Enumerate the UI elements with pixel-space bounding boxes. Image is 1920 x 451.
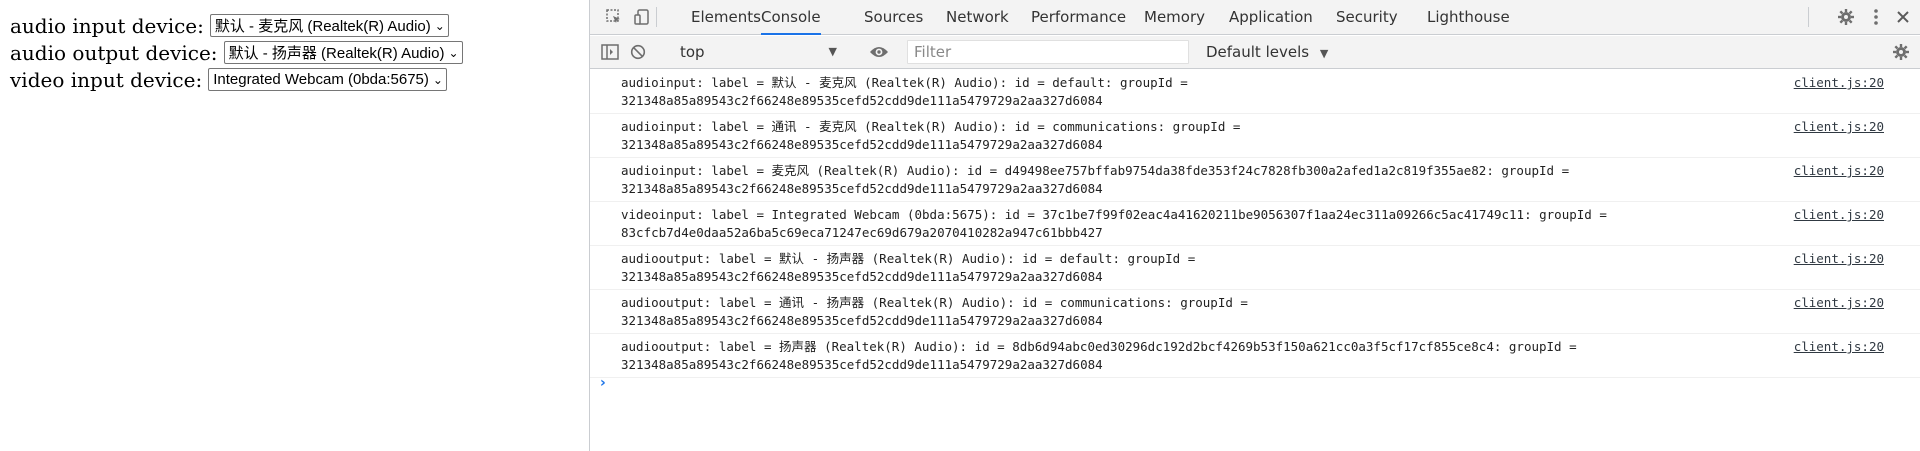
- chevron-down-icon: ⌄: [434, 18, 445, 33]
- gear-icon[interactable]: [1832, 4, 1860, 30]
- console-message-text: audioinput: label = 麦克风 (Realtek(R) Audi…: [621, 163, 1570, 196]
- video-input-row: video input device: Integrated Webcam (0…: [10, 67, 447, 92]
- video-input-selected: Integrated Webcam (0bda:5675): [213, 71, 429, 88]
- audio-input-selected: 默认 - 麦克风 (Realtek(R) Audio): [214, 18, 431, 35]
- chevron-down-icon: ⌄: [448, 45, 459, 60]
- tab-sources[interactable]: Sources: [864, 0, 923, 35]
- source-link[interactable]: client.js:20: [1794, 162, 1884, 180]
- more-options-icon[interactable]: [1862, 4, 1890, 30]
- tab-security[interactable]: Security: [1336, 0, 1398, 35]
- tab-console[interactable]: Console: [761, 0, 821, 35]
- console-message: videoinput: label = Integrated Webcam (0…: [590, 202, 1920, 246]
- console-message: audiooutput: label = 扬声器 (Realtek(R) Aud…: [590, 334, 1920, 378]
- source-link[interactable]: client.js:20: [1794, 338, 1884, 356]
- console-message-text: audioinput: label = 通讯 - 麦克风 (Realtek(R)…: [621, 119, 1241, 152]
- console-message-text: audiooutput: label = 通讯 - 扬声器 (Realtek(R…: [621, 295, 1248, 328]
- audio-output-select[interactable]: 默认 - 扬声器 (Realtek(R) Audio) ⌄: [223, 41, 463, 64]
- page-viewport: audio input device: 默认 - 麦克风 (Realtek(R)…: [0, 0, 589, 451]
- console-message: audioinput: label = 麦克风 (Realtek(R) Audi…: [590, 158, 1920, 202]
- console-messages: audioinput: label = 默认 - 麦克风 (Realtek(R)…: [590, 70, 1920, 451]
- console-toolbar: top ▼ Default levels ▼: [590, 36, 1920, 69]
- source-link[interactable]: client.js:20: [1794, 74, 1884, 92]
- devtools-tab-bar: Elements Console Sources Network Perform…: [590, 0, 1920, 35]
- tab-memory[interactable]: Memory: [1144, 0, 1205, 35]
- close-icon[interactable]: [1889, 4, 1917, 30]
- source-link[interactable]: client.js:20: [1794, 118, 1884, 136]
- console-message-text: videoinput: label = Integrated Webcam (0…: [621, 207, 1607, 240]
- console-message-text: audiooutput: label = 扬声器 (Realtek(R) Aud…: [621, 339, 1577, 372]
- source-link[interactable]: client.js:20: [1794, 294, 1884, 312]
- console-message-text: audioinput: label = 默认 - 麦克风 (Realtek(R)…: [621, 75, 1188, 108]
- tab-application[interactable]: Application: [1229, 0, 1313, 35]
- inspect-element-icon[interactable]: [600, 4, 628, 30]
- filter-input[interactable]: [907, 40, 1189, 64]
- context-value: top: [680, 43, 705, 61]
- devtools-panel: Elements Console Sources Network Perform…: [589, 0, 1920, 451]
- video-input-label: video input device:: [10, 67, 203, 92]
- console-prompt-icon[interactable]: ›: [600, 375, 606, 391]
- source-link[interactable]: client.js:20: [1794, 250, 1884, 268]
- toolbar-divider: [1808, 7, 1809, 27]
- sidebar-toggle-icon[interactable]: [596, 39, 624, 65]
- audio-input-select[interactable]: 默认 - 麦克风 (Realtek(R) Audio) ⌄: [209, 14, 449, 37]
- tab-performance[interactable]: Performance: [1031, 0, 1126, 35]
- console-message: audiooutput: label = 默认 - 扬声器 (Realtek(R…: [590, 246, 1920, 290]
- audio-output-row: audio output device: 默认 - 扬声器 (Realtek(R…: [10, 40, 463, 65]
- log-levels-dropdown[interactable]: Default levels ▼: [1206, 41, 1328, 63]
- log-levels-value: Default levels: [1206, 43, 1310, 61]
- console-message: audiooutput: label = 通讯 - 扬声器 (Realtek(R…: [590, 290, 1920, 334]
- tab-elements[interactable]: Elements: [691, 0, 761, 35]
- audio-output-selected: 默认 - 扬声器 (Realtek(R) Audio): [228, 45, 445, 62]
- caret-down-icon: ▼: [828, 45, 837, 58]
- console-settings-gear-icon[interactable]: [1887, 39, 1915, 65]
- tab-lighthouse[interactable]: Lighthouse: [1427, 0, 1510, 35]
- toolbar-divider: [656, 7, 657, 27]
- context-selector[interactable]: top ▼: [675, 41, 841, 63]
- audio-input-row: audio input device: 默认 - 麦克风 (Realtek(R)…: [10, 13, 449, 38]
- device-toolbar-icon[interactable]: [628, 4, 656, 30]
- console-message: audioinput: label = 默认 - 麦克风 (Realtek(R)…: [590, 70, 1920, 114]
- audio-output-label: audio output device:: [10, 40, 218, 65]
- clear-console-icon[interactable]: [624, 39, 652, 65]
- console-message-text: audiooutput: label = 默认 - 扬声器 (Realtek(R…: [621, 251, 1196, 284]
- eye-icon[interactable]: [866, 40, 892, 64]
- chevron-down-icon: ⌄: [432, 72, 443, 87]
- console-message: audioinput: label = 通讯 - 麦克风 (Realtek(R)…: [590, 114, 1920, 158]
- audio-input-label: audio input device:: [10, 13, 204, 38]
- source-link[interactable]: client.js:20: [1794, 206, 1884, 224]
- caret-down-icon: ▼: [1319, 47, 1329, 60]
- tab-network[interactable]: Network: [946, 0, 1009, 35]
- video-input-select[interactable]: Integrated Webcam (0bda:5675) ⌄: [208, 68, 447, 91]
